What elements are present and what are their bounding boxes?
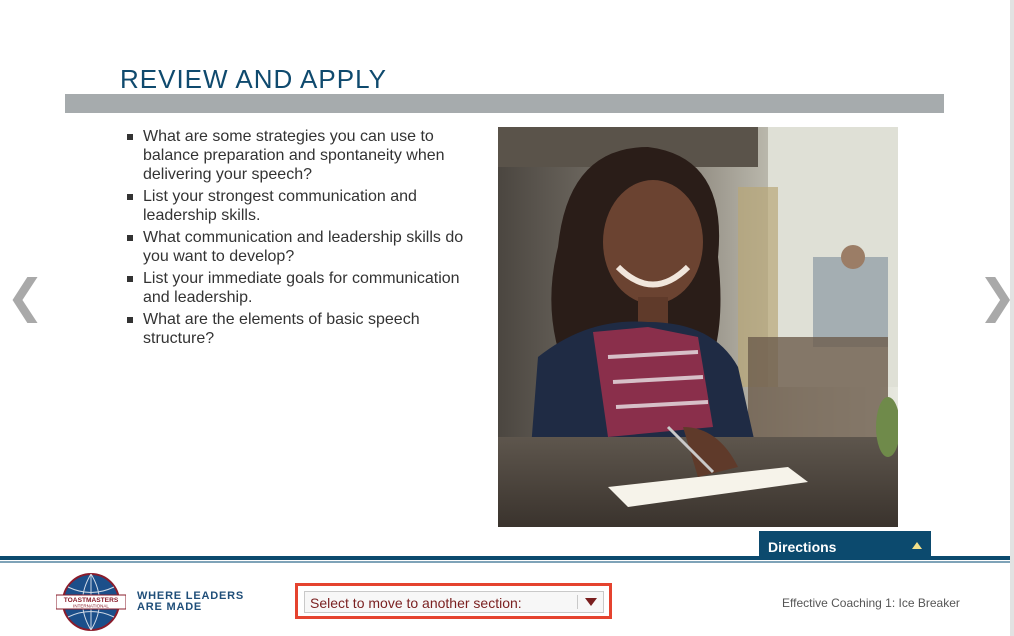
toastmasters-logo: TOASTMASTERS INTERNATIONAL xyxy=(56,573,126,631)
list-item: What are the elements of basic speech st… xyxy=(122,310,474,348)
review-question-list: What are some strategies you can use to … xyxy=(122,127,474,351)
slide-title: REVIEW AND APPLY xyxy=(120,64,387,94)
woman-writing-photo xyxy=(498,127,898,527)
list-item: List your strongest communication and le… xyxy=(122,187,474,225)
logo-text-bottom: INTERNATIONAL xyxy=(73,604,109,609)
section-select-label: Select to move to another section: xyxy=(310,595,522,611)
slide-photo xyxy=(498,127,898,527)
footer-divider xyxy=(0,556,1010,560)
directions-button[interactable]: Directions xyxy=(759,531,931,558)
section-select-dropdown[interactable]: Select to move to another section: xyxy=(295,583,612,619)
triangle-down-icon[interactable] xyxy=(585,598,597,606)
directions-label: Directions xyxy=(768,539,837,555)
title-underline-bar xyxy=(65,94,944,113)
tagline-line-2: ARE MADE xyxy=(137,601,203,613)
chevron-right-icon[interactable]: ❯ xyxy=(978,268,1014,324)
chevron-left-icon[interactable]: ❮ xyxy=(6,268,45,324)
section-select-separator xyxy=(577,595,578,609)
list-item: What communication and leadership skills… xyxy=(122,228,474,266)
tagline: WHERE LEADERS ARE MADE xyxy=(137,591,244,613)
list-item: What are some strategies you can use to … xyxy=(122,127,474,184)
section-select-field[interactable]: Select to move to another section: xyxy=(304,591,604,613)
triangle-up-icon xyxy=(912,542,922,549)
list-item: List your immediate goals for communicat… xyxy=(122,269,474,307)
course-name: Effective Coaching 1: Ice Breaker xyxy=(782,596,960,610)
